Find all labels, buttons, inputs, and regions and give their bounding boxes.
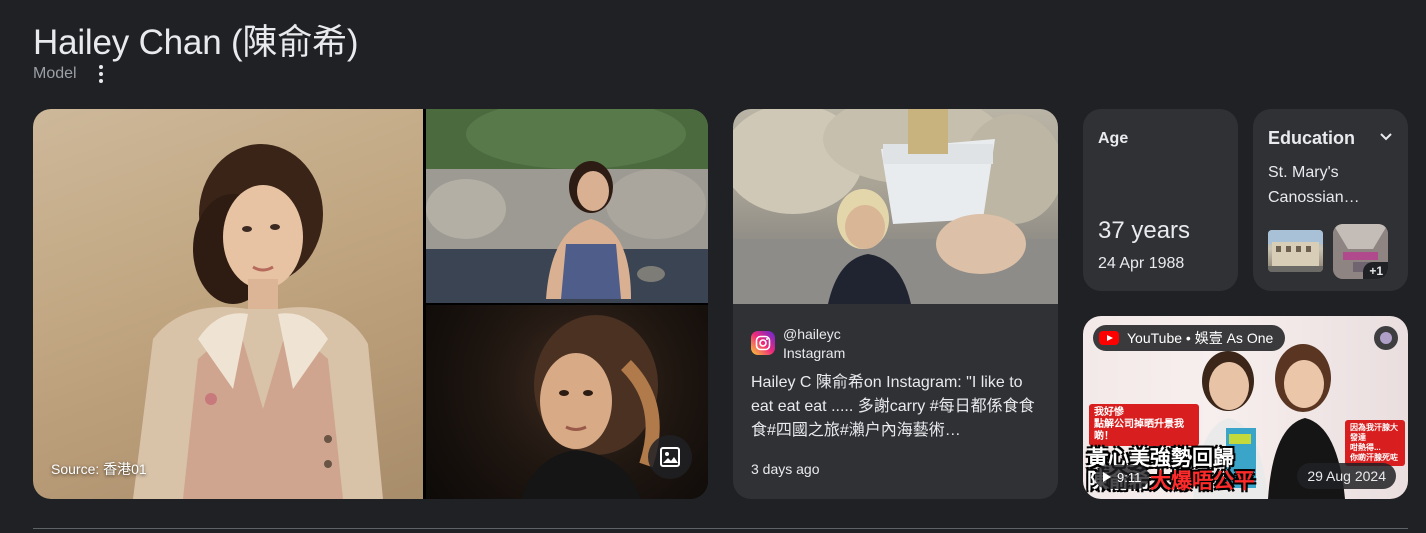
image-search-icon[interactable] <box>648 435 692 479</box>
school-name: St. Mary's Canossian… <box>1268 164 1360 206</box>
youtube-video-card[interactable]: 我好慘 點解公司掉晒升景我啲！ 因為我汗腺大發達 咁熱得... 你啲汗腺死咗 黃… <box>1083 316 1408 499</box>
instagram-handle: @haileyc <box>783 326 841 342</box>
entity-type: Model <box>33 65 77 82</box>
main-photo-illustration <box>133 144 383 499</box>
youtube-source-text: YouTube • 娛壹 As One <box>1127 330 1274 346</box>
education-card[interactable]: Education St. Mary's Canossian… +1 <box>1253 109 1408 291</box>
pool-photo-illustration <box>426 109 708 303</box>
image-mosaic: Source: 香港01 <box>33 109 708 499</box>
image-source-label: Source: 香港01 <box>51 461 147 477</box>
instagram-source: @haileyc Instagram <box>751 324 845 362</box>
youtube-source-chip: YouTube • 娛壹 As One <box>1093 325 1286 351</box>
channel-avatar-icon <box>1374 326 1398 350</box>
chevron-down-icon[interactable] <box>1378 128 1394 149</box>
photo-pool[interactable] <box>426 109 708 303</box>
school-building-illustration <box>1268 230 1323 272</box>
video-duration: 9:11 <box>1095 465 1150 489</box>
birth-date: 24 Apr 1988 <box>1098 255 1185 272</box>
age-label: Age <box>1098 130 1129 147</box>
youtube-icon <box>1099 331 1119 345</box>
instagram-site-name: Instagram <box>783 345 846 361</box>
more-images-count: +1 <box>1363 262 1388 279</box>
page-title: Hailey Chan (陳俞希) <box>33 23 359 62</box>
main-photo[interactable]: Source: 香港01 <box>33 109 423 499</box>
instagram-post-text: Hailey C 陳俞希on Instagram: "I like to eat… <box>751 374 1035 439</box>
instagram-icon <box>751 331 775 355</box>
photo-portrait[interactable] <box>426 305 708 499</box>
school-thumbnail[interactable] <box>1268 230 1323 272</box>
thumbnail-bubble-left: 我好慘 點解公司掉晒升景我啲！ <box>1089 404 1199 446</box>
more-options-icon[interactable] <box>91 62 111 86</box>
video-duration-text: 9:11 <box>1117 469 1142 485</box>
school-thumbnail-more[interactable]: +1 <box>1333 224 1388 279</box>
education-header: Education <box>1268 128 1394 149</box>
age-value: 37 years <box>1098 217 1191 244</box>
instagram-post-image <box>733 109 1058 304</box>
video-date: 29 Aug 2024 <box>1297 463 1396 489</box>
age-card[interactable]: Age 37 years 24 Apr 1988 <box>1083 109 1238 291</box>
play-icon <box>1103 472 1111 482</box>
instagram-photo-illustration <box>733 109 1058 304</box>
thumbnail-caption-headline: 大爆唔公平 <box>1150 470 1255 493</box>
instagram-post-time: 3 days ago <box>751 461 820 477</box>
education-label: Education <box>1268 128 1356 148</box>
instagram-post-card[interactable]: @haileyc Instagram Hailey C 陳俞希on Instag… <box>733 109 1058 499</box>
thumbnail-bubble-right: 因為我汗腺大發達 咁熱得... 你啲汗腺死咗 <box>1345 420 1405 466</box>
section-divider <box>33 528 1408 529</box>
subtitle-row: Model <box>33 62 111 86</box>
